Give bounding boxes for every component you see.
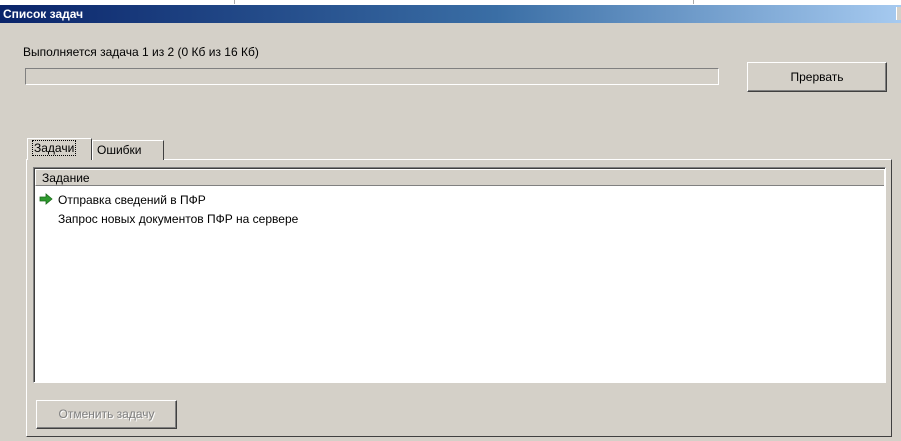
task-list[interactable]: Задание Отправка сведений в ПФР Запрос н…: [33, 167, 886, 383]
task-list-window: Список задач Выполняется задача 1 из 2 (…: [0, 5, 901, 441]
title-bar[interactable]: Список задач: [0, 5, 901, 23]
tab-tasks[interactable]: Задачи: [27, 138, 92, 160]
strip-divider: [693, 0, 694, 4]
strip-divider: [234, 0, 235, 4]
abort-button[interactable]: Прервать: [747, 62, 887, 92]
cancel-task-button[interactable]: Отменить задачу: [36, 400, 177, 429]
window-title: Список задач: [3, 7, 84, 21]
task-label: Запрос новых документов ПФР на сервере: [58, 212, 299, 226]
list-item[interactable]: Отправка сведений в ПФР: [39, 192, 206, 208]
progress-status-text: Выполняется задача 1 из 2 (0 Кб из 16 Кб…: [23, 45, 259, 59]
tab-errors[interactable]: Ошибки: [92, 140, 164, 160]
task-label: Отправка сведений в ПФР: [58, 193, 206, 207]
list-item[interactable]: Запрос новых документов ПФР на сервере: [39, 211, 298, 227]
green-arrow-icon: [39, 193, 53, 205]
progress-bar: [25, 68, 719, 85]
tab-tasks-label: Задачи: [32, 140, 77, 156]
titlebar-button-edge[interactable]: [896, 7, 901, 20]
column-header-task[interactable]: Задание: [35, 169, 884, 186]
tab-errors-label: Ошибки: [97, 143, 142, 157]
